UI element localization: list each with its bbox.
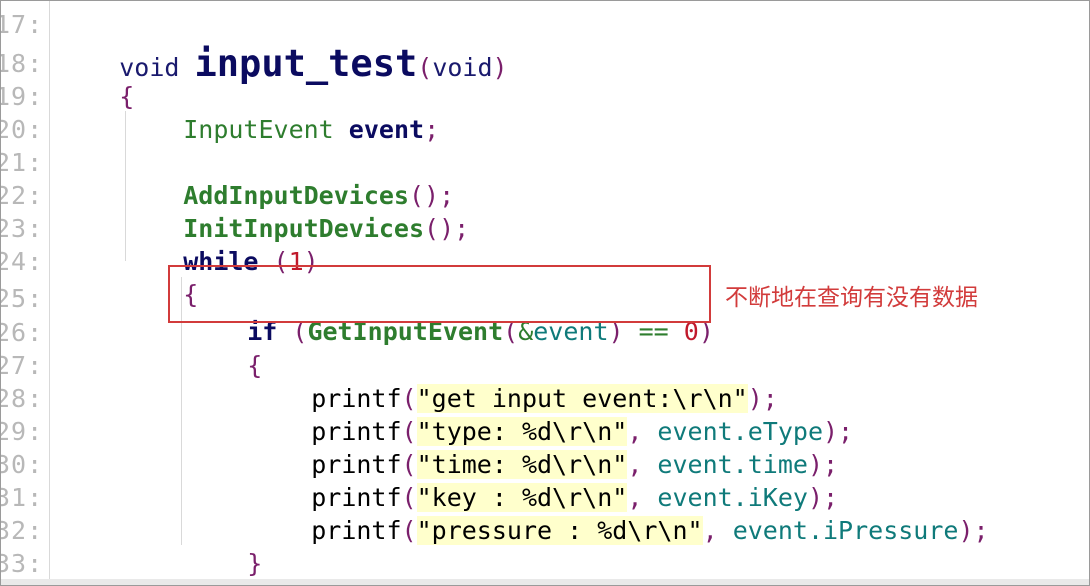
line-number: 19:: [1, 82, 44, 111]
line-number: 20:: [1, 115, 44, 144]
gutter-divider: [49, 1, 50, 585]
string-literal: "pressure : %d\r\n": [416, 516, 703, 545]
type-name: InputEvent: [183, 115, 334, 144]
code-line-28[interactable]: printf("type: %d\r\n", event.eType);: [251, 382, 853, 446]
code-line-22[interactable]: InitInputDevices();: [123, 179, 469, 243]
code-line-21[interactable]: AddInputDevices();: [123, 146, 454, 210]
code-line-19[interactable]: InputEvent event;: [123, 80, 439, 144]
line-number: 29:: [1, 417, 44, 446]
line-number: 22:: [1, 181, 44, 210]
code-line-33[interactable]: }: [123, 547, 198, 585]
line-number: 28:: [1, 384, 44, 413]
code-line-23[interactable]: while (1): [123, 212, 319, 276]
line-number: 24:: [1, 247, 44, 276]
highlight-box: [168, 265, 711, 323]
code-line-17[interactable]: void input_test(void): [59, 4, 507, 84]
line-number: 17:: [1, 10, 44, 39]
line-number: 26:: [1, 318, 44, 347]
code-editor[interactable]: 17: 18: 19: 20: 21: 22: 23: 24: 25: 26: …: [0, 0, 1090, 586]
line-number: 21:: [1, 148, 44, 177]
brace-close: }: [247, 549, 263, 578]
code-line-27[interactable]: printf("get input event:\r\n");: [251, 349, 778, 413]
line-number: 27:: [1, 351, 44, 380]
function-call: printf: [311, 516, 402, 545]
line-number: 23:: [1, 214, 44, 243]
horizontal-scrollbar[interactable]: [1, 579, 1089, 585]
line-number: 25:: [1, 284, 44, 313]
line-number: 33:: [1, 549, 44, 578]
code-line-31[interactable]: printf("pressure : %d\r\n", event.iPress…: [251, 481, 989, 545]
variable-name: event: [348, 115, 425, 144]
code-line-18[interactable]: {: [59, 47, 134, 111]
code-line-29[interactable]: printf("time: %d\r\n", event.time);: [251, 415, 838, 479]
annotation-text: 不断地在查询有没有数据: [725, 285, 978, 311]
line-number: 31:: [1, 483, 44, 512]
member-access: iPressure: [823, 516, 959, 545]
line-number: 32:: [1, 516, 44, 545]
code-line-30[interactable]: printf("key : %d\r\n", event.iKey);: [251, 448, 838, 512]
function-name: input_test: [194, 42, 418, 85]
param-void: void: [432, 53, 493, 82]
code-line-32[interactable]: }: [187, 514, 262, 578]
line-number: 30:: [1, 450, 44, 479]
line-number: 18:: [1, 49, 44, 78]
